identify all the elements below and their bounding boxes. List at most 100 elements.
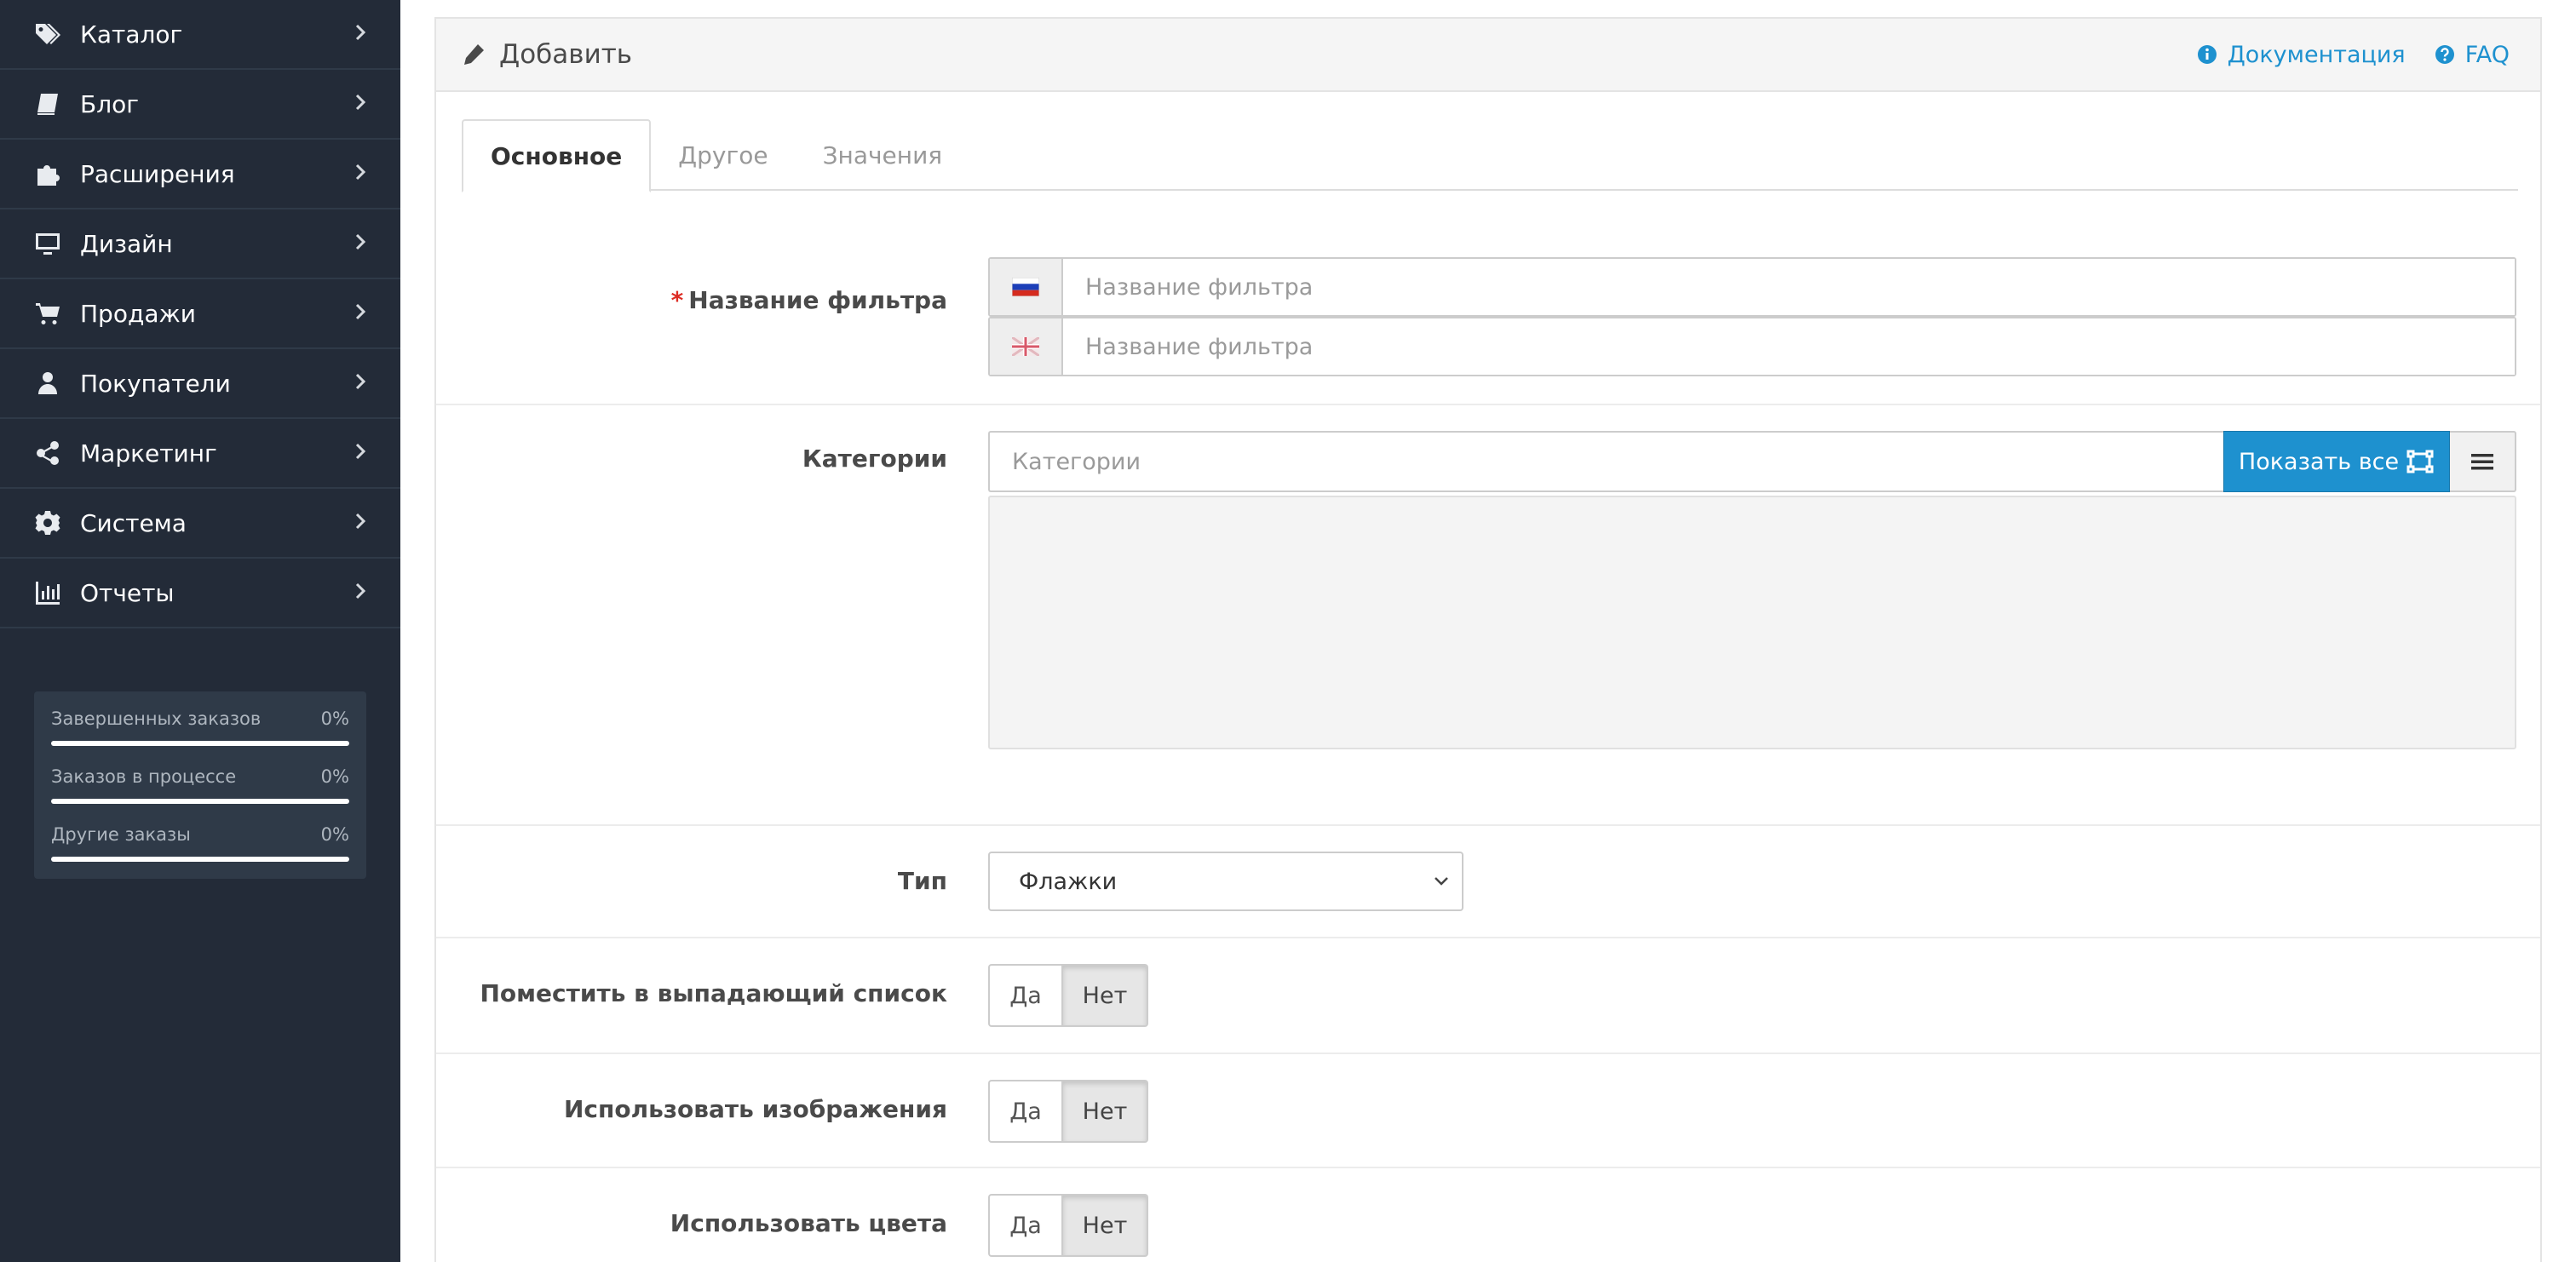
sidebar-item-customers[interactable]: Покупатели [0,349,400,419]
bar-chart-icon [32,577,63,608]
required-mark: * [670,286,684,314]
selected-categories-box [988,496,2516,749]
pencil-icon [464,44,484,65]
categories-input[interactable] [988,431,2223,492]
chevron-right-icon [351,512,370,534]
puzzle-icon [32,158,63,189]
tab-general[interactable]: Основное [462,119,652,192]
stat-value: 0% [320,766,349,787]
use-images-no-option[interactable]: Нет [1063,1080,1148,1143]
sidebar-item-label: Дизайн [80,229,173,258]
chevron-right-icon [351,302,370,324]
use-colors-yes-option[interactable]: Да [988,1194,1063,1257]
filter-form-panel: Добавить Документация FAQ Основное Друго… [434,17,2542,1262]
question-circle-icon [2435,45,2454,64]
stat-other-orders: Другие заказы 0% [51,824,349,882]
chevron-right-icon [351,163,370,185]
categories-label: Категории [802,445,947,473]
type-label: Тип [897,867,947,895]
use-colors-row: Использовать цвета Да Нет [436,1167,2540,1262]
type-select-value: Флажки [1019,868,1118,895]
expand-icon [2406,450,2434,473]
stat-processing-orders: Заказов в процессе 0% [51,766,349,824]
sidebar-item-reports[interactable]: Отчеты [0,559,400,628]
sidebar: Каталог Блог Расширения Дизайн Продажи П… [0,0,400,1262]
dropdown-list-no-option[interactable]: Нет [1063,964,1148,1027]
order-stats-panel: Завершенных заказов 0% Заказов в процесс… [34,691,366,879]
hamburger-menu-icon [2471,454,2493,470]
tab-bar: Основное Другое Значения [462,119,2518,192]
filter-name-row: * Название фильтра [436,223,2540,404]
user-icon [32,368,63,399]
use-colors-no-option[interactable]: Нет [1063,1194,1148,1257]
use-images-row: Использовать изображения Да Нет [436,1053,2540,1167]
cart-icon [32,298,63,329]
sidebar-item-system[interactable]: Система [0,489,400,559]
use-images-yes-option[interactable]: Да [988,1080,1063,1143]
stat-label: Завершенных заказов [51,708,262,729]
sidebar-item-extensions[interactable]: Расширения [0,140,400,209]
filter-name-label-text: Название фильтра [688,286,947,314]
type-select[interactable]: Флажки [988,852,1463,911]
sidebar-item-label: Продажи [80,299,196,328]
chevron-right-icon [351,232,370,255]
tab-values[interactable]: Значения [796,119,970,191]
use-images-toggle: Да Нет [988,1080,1148,1143]
filter-name-label: * Название фильтра [671,286,947,314]
faq-link-label: FAQ [2464,41,2510,68]
sidebar-item-marketing[interactable]: Маркетинг [0,419,400,489]
filter-name-input-ru [988,257,2516,317]
categories-menu-button[interactable] [2450,431,2516,492]
faq-link[interactable]: FAQ [2435,42,2510,68]
documentation-link-label: Документация [2227,41,2406,68]
categories-input-group: Показать все [988,431,2516,492]
filter-name-field-en[interactable] [1063,318,2515,375]
share-icon [32,438,63,468]
sidebar-item-catalog[interactable]: Каталог [0,0,400,70]
filter-name-field-ru[interactable] [1063,259,2515,315]
sidebar-item-label: Блог [80,89,139,118]
tags-icon [32,19,63,49]
show-all-label: Показать все [2238,448,2400,475]
use-images-label: Использовать изображения [563,1095,947,1123]
panel-title-text: Добавить [499,39,633,70]
dropdown-list-label: Поместить в выпадающий список [480,979,948,1007]
filter-name-input-en [988,317,2516,376]
book-icon [32,89,63,119]
panel-title: Добавить [462,39,2168,70]
sidebar-item-design[interactable]: Дизайн [0,209,400,279]
sidebar-item-label: Каталог [80,20,183,49]
stat-value: 0% [320,708,349,729]
stat-label: Другие заказы [51,824,191,845]
dropdown-list-toggle: Да Нет [988,964,1148,1027]
stat-value: 0% [320,824,349,845]
chevron-right-icon [351,23,370,45]
chevron-right-icon [351,442,370,464]
info-circle-icon [2197,45,2217,64]
use-colors-label: Использовать цвета [670,1209,947,1237]
russian-flag-icon [990,259,1063,315]
progress-bar [51,741,349,746]
chevron-right-icon [351,93,370,115]
documentation-link[interactable]: Документация [2197,42,2406,68]
panel-header: Добавить Документация FAQ [436,19,2540,92]
stat-completed-orders: Завершенных заказов 0% [51,708,349,766]
sidebar-item-label: Маркетинг [80,439,217,468]
sidebar-item-label: Покупатели [80,369,231,398]
sidebar-item-label: Отчеты [80,578,175,607]
chevron-right-icon [351,372,370,394]
use-colors-toggle: Да Нет [988,1194,1148,1257]
sidebar-item-label: Расширения [80,159,235,188]
monitor-icon [32,228,63,259]
tab-other[interactable]: Другое [651,119,795,191]
show-all-button[interactable]: Показать все [2223,431,2450,492]
stat-label: Заказов в процессе [51,766,237,787]
gear-icon [32,508,63,538]
categories-row: Категории Показать все [436,404,2540,826]
progress-bar [51,857,349,862]
sidebar-item-blog[interactable]: Блог [0,70,400,140]
sidebar-item-sales[interactable]: Продажи [0,279,400,349]
chevron-right-icon [351,582,370,604]
type-row: Тип Флажки [436,824,2540,937]
dropdown-list-yes-option[interactable]: Да [988,964,1063,1027]
